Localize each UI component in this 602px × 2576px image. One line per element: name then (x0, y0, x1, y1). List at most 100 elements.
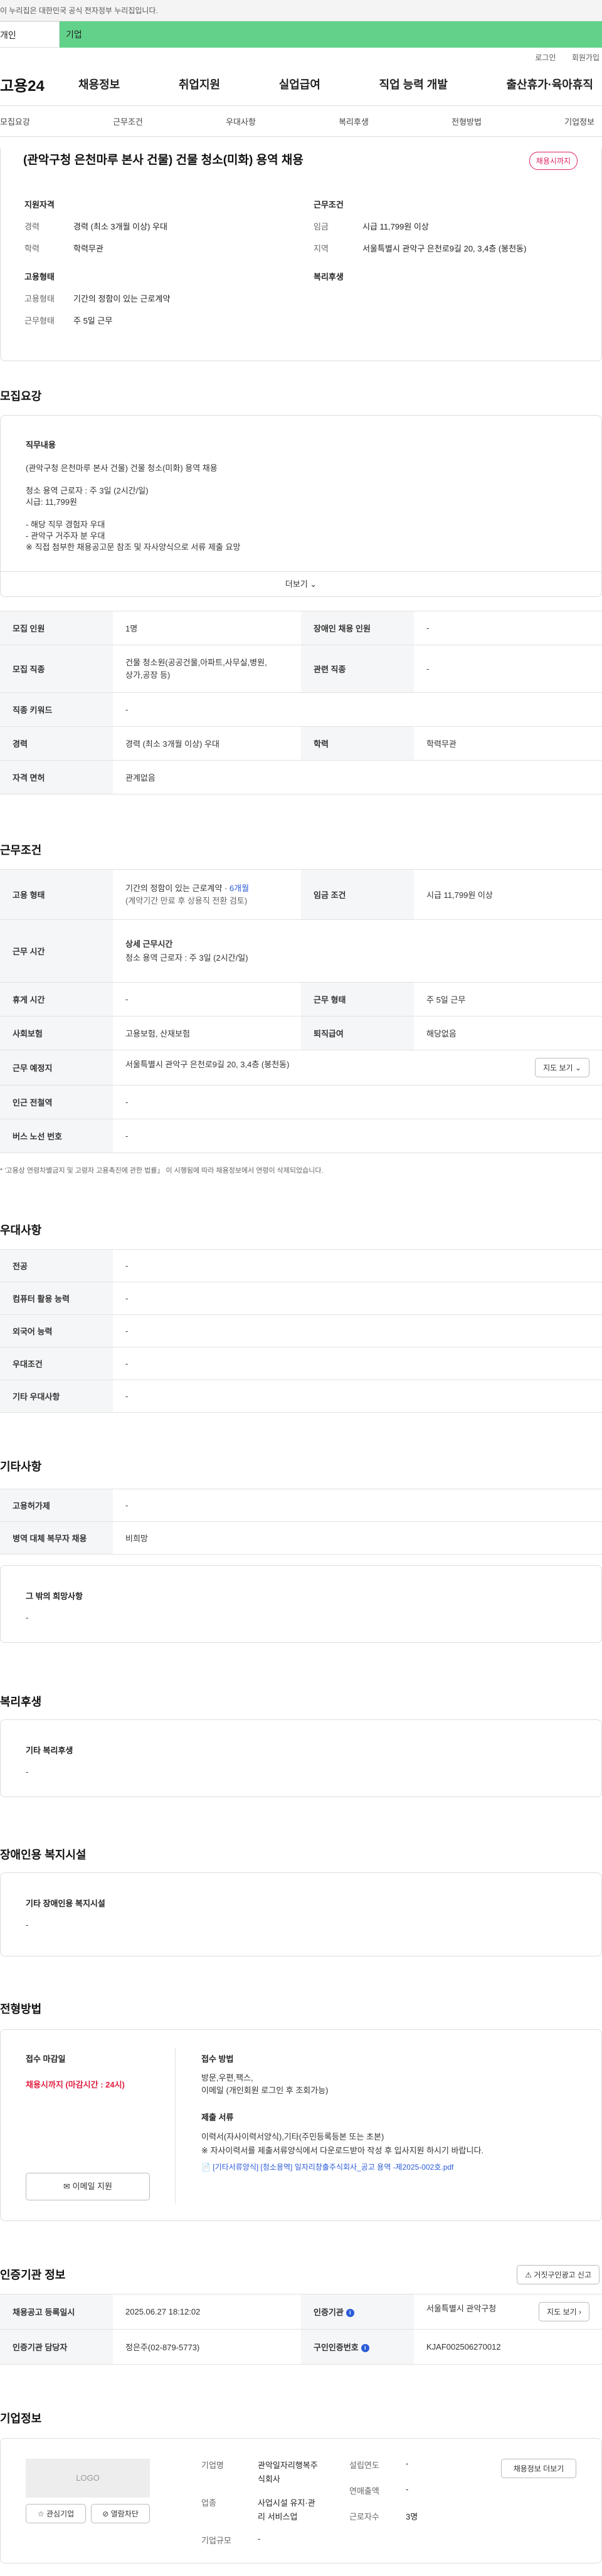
pref-table: 전공 - 컴퓨터 활용 능력 - 외국어 능력 - 우대조건 - 기타 우대사항 - (0, 1249, 602, 1413)
tab-company[interactable]: 기업 (0, 21, 602, 48)
row-value: 학력무관 (414, 726, 602, 761)
tab-welfare[interactable]: 복리후생 (339, 115, 369, 127)
row-key: 관련 직종 (301, 645, 414, 693)
signup-link[interactable]: 회원가입 (572, 53, 599, 62)
row-value: 고용보험, 산재보험 (113, 1016, 301, 1050)
company-logo: LOGO (26, 2459, 150, 2498)
info-icon[interactable]: i (361, 2344, 369, 2353)
welfare-label: 기타 복리후생 (26, 1746, 73, 1755)
row-key: 버스 노선 번호 (0, 1119, 113, 1153)
row-key: 채용공고 등록일시 (0, 2294, 113, 2330)
row-value: - (414, 645, 602, 693)
revenue-key: 연매출액 (349, 2486, 379, 2496)
utility-links: 로그인 회원가입 (0, 48, 602, 68)
career-key: 경력 (24, 222, 40, 231)
gov-banner: 이 누리집은 대한민국 공식 전자정부 누리집입니다. (0, 0, 602, 21)
cert-no-key-cell: 구인인증번호 i (301, 2329, 414, 2365)
recruit-table: 모집 인원 1명 장애인 채용 인원 - 모집 직종 건물 청소원(공공건물,아파트,사… (0, 611, 602, 794)
more-jobs-button[interactable]: 채용정보 더보기 (501, 2459, 576, 2478)
age-notice: * '고용상 연령차별금지 및 고령자 고용촉진에 관한 법률」 이 시행됨에 … (0, 1167, 324, 1175)
favorite-company-button[interactable]: ☆ 관심기업 (26, 2504, 86, 2523)
row-value: 시급 11,799원 이상 (414, 869, 602, 920)
row-key: 전공 (0, 1249, 113, 1282)
row-key: 우대조건 (0, 1347, 113, 1380)
more-button[interactable]: 더보기 ⌄ (1, 571, 601, 596)
map-button-label: 지도 보기 (543, 1064, 573, 1072)
block-view-button[interactable]: ⊘ 열람차단 (91, 2504, 150, 2523)
auth-section-title: 인증기관 정보 (0, 2269, 66, 2281)
row-key: 학력 (301, 726, 414, 761)
row-key: 근무 형태 (301, 982, 414, 1016)
job-detail-card: 직무내용 (관악구청 은천마루 본사 건물) 건물 청소(미화) 용역 채용 청… (0, 415, 602, 597)
job-detail-label: 직무내용 (26, 440, 56, 450)
founded-key: 설립연도 (349, 2461, 379, 2470)
report-fake-ad-button[interactable]: ⚠ 거짓구인광고 신고 (517, 2265, 599, 2284)
row-value: - (113, 1489, 602, 1522)
deadline-label: 접수 마감일 (26, 2054, 66, 2064)
row-key: 임금 조건 (301, 869, 414, 920)
row-value: 정은주(02-879-5773) (113, 2329, 301, 2365)
row-key: 기타 우대사항 (0, 1380, 113, 1413)
welfare-section-title: 복리후생 (0, 1696, 42, 1708)
founded-value: - (406, 2459, 409, 2468)
row-note: (계약기간 만료 후 상용직 전환 검토) (125, 895, 248, 905)
gnb-item-unemployment-benefit[interactable]: 실업급여 (279, 76, 320, 92)
company-name-key: 기업명 (201, 2461, 224, 2470)
email-apply-label: 이메일 지원 (72, 2182, 112, 2191)
login-link[interactable]: 로그인 (535, 53, 556, 62)
row-key: 장애인 채용 인원 (301, 611, 414, 645)
attachment-link[interactable]: 📄 [기타서류양식] [청소용역] 일자리창출주식회사_공고 용역 -제2025… (201, 2162, 576, 2172)
row-value: 관계없음 (113, 760, 602, 794)
map-button[interactable]: 지도 보기 ⌄ (535, 1058, 589, 1077)
tab-recruit[interactable]: 모집요강 (0, 115, 30, 127)
industry-value: 사업시설 유지·관 리 서비스업 (258, 2498, 315, 2521)
row-value: 청소 용역 근로자 : 주 3일 (2시간/일) (125, 953, 248, 963)
welfare-value: - (26, 1767, 29, 1776)
row-key: 근무 예정지 (0, 1050, 113, 1085)
warning-icon: ⚠ (525, 2271, 532, 2279)
more-label: 더보기 (285, 579, 308, 589)
tab-company[interactable]: 기업정보 (564, 115, 594, 127)
row-key: 휴게 시간 (0, 982, 113, 1016)
row-value: - (113, 982, 301, 1016)
row-value: - (113, 1249, 602, 1282)
row-value: - (113, 1380, 602, 1413)
row-key: 고용 형태 (0, 869, 113, 920)
info-icon[interactable]: i (346, 2309, 354, 2318)
row-value: 건물 청소원(공공건물,아파트,사무실,병원, 상가,공장 등) (113, 645, 301, 693)
row-value: 해당없음 (414, 1016, 602, 1050)
region-value: 서울특별시 관악구 은천로9길 20, 3,4층 (봉천동) (362, 244, 527, 253)
gnb-item-parental-leave[interactable]: 출산휴가·육아휴직 (507, 76, 593, 92)
site-logo[interactable]: 고용24 (0, 73, 78, 95)
tab-preferences[interactable]: 우대사항 (226, 115, 256, 127)
pref-section-title: 우대사항 (0, 1224, 42, 1237)
auth-org-cell: 서울특별시 관악구청 지도 보기 › (414, 2294, 602, 2330)
row-key: 병역 대체 복무자 채용 (0, 1521, 113, 1555)
chevron-right-icon: › (579, 2308, 581, 2316)
row-value: 경력 (최소 3개월 이상) 우대 (113, 726, 301, 761)
gnb-item-employment-support[interactable]: 취업지원 (179, 76, 220, 92)
work-table: 고용 형태 기간의 정함이 있는 근로계약 · 6개월 (계약기간 만료 후 상용… (0, 869, 602, 1153)
gnb-item-jobs[interactable]: 채용정보 (78, 76, 120, 92)
disabled-facility-card: 기타 장애인용 복지시설 - (0, 1872, 602, 1956)
row-key: 사회보험 (0, 1016, 113, 1050)
tab-process[interactable]: 전형방법 (452, 115, 482, 127)
row-value: - (113, 1085, 602, 1119)
row-key: 인증기관 담당자 (0, 2329, 113, 2365)
job-title: (관악구청 은천마루 본사 건물) 건물 청소(미화) 용역 채용 (23, 154, 304, 167)
gov-banner-text: 이 누리집은 대한민국 공식 전자정부 누리집입니다. (0, 6, 158, 15)
company-name-value: 관악일자리행복주 식회사 (258, 2461, 318, 2484)
recruit-section-title: 모집요강 (0, 390, 42, 403)
work-time-cell: 상세 근무시간 청소 용역 근로자 : 주 3일 (2시간/일) (113, 919, 602, 983)
education-value: 학력무관 (73, 244, 103, 253)
gnb-item-vocational-training[interactable]: 직업 능력 개발 (379, 76, 448, 92)
welfare-card: 기타 복리후생 - (0, 1719, 602, 1797)
row-value: - (113, 692, 602, 727)
auth-map-button[interactable]: 지도 보기 › (539, 2302, 589, 2321)
email-apply-button[interactable]: ✉ 이메일 지원 (26, 2173, 150, 2200)
work-type-key: 근무형태 (24, 316, 55, 325)
tab-personal[interactable]: 개인 (0, 21, 60, 48)
company-card: LOGO ☆ 관심기업 ⊘ 열람차단 기업명 관악일자리행복주 식회사 업종 사업시… (0, 2438, 602, 2563)
tab-work-conditions[interactable]: 근무조건 (113, 115, 143, 127)
deadline-badge: 채용시까지 (529, 152, 578, 170)
